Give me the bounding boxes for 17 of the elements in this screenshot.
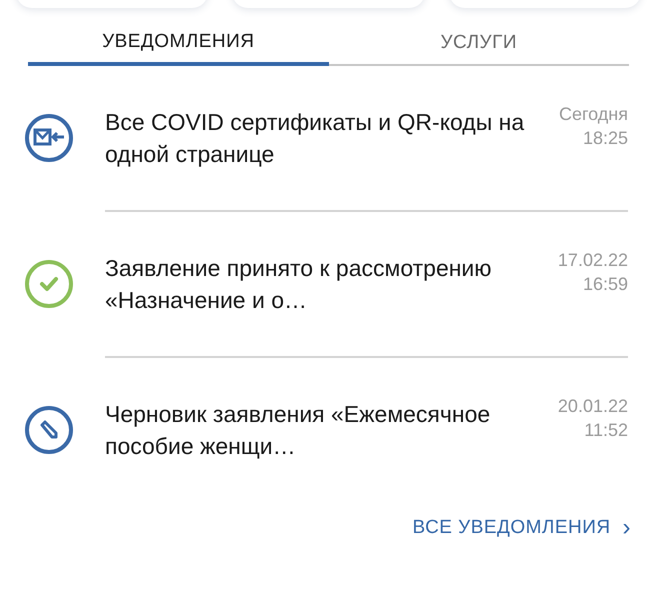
check-circle-icon [24,259,74,309]
time-label: 16:59 [582,273,628,296]
notification-item[interactable]: Все COVID сертификаты и QR-коды на одной странице Сегодня 18:25 [0,88,657,188]
notification-text: Все COVID сертификаты и QR-коды на одной странице [105,108,526,169]
all-notifications-link[interactable]: ВСЕ УВЕДОМЛЕНИЯ › [412,510,631,546]
time-label: 11:52 [584,419,628,442]
pencil-circle-icon [24,405,74,455]
notification-item[interactable]: Заявление принято к рассмотрению «Назначение и о… 17.02.22 16:59 [0,234,657,334]
notification-item[interactable]: Черновик заявления «Ежемесячное пособие женщи… 20.01.22 11:52 [0,380,657,480]
time-label: 18:25 [582,127,628,150]
tab[interactable]: УВЕДОМЛЕНИЯ [28,22,328,66]
tab[interactable]: УСЛУГИ [328,22,629,66]
date-label: 20.01.22 [558,395,628,418]
notification-text: Заявление принято к рассмотрению «Назначение и о… [105,254,493,315]
date-label: Сегодня [559,103,628,126]
date-label: 17.02.22 [558,249,628,272]
notification-text: Черновик заявления «Ежемесячное пособие женщи… [105,400,492,461]
